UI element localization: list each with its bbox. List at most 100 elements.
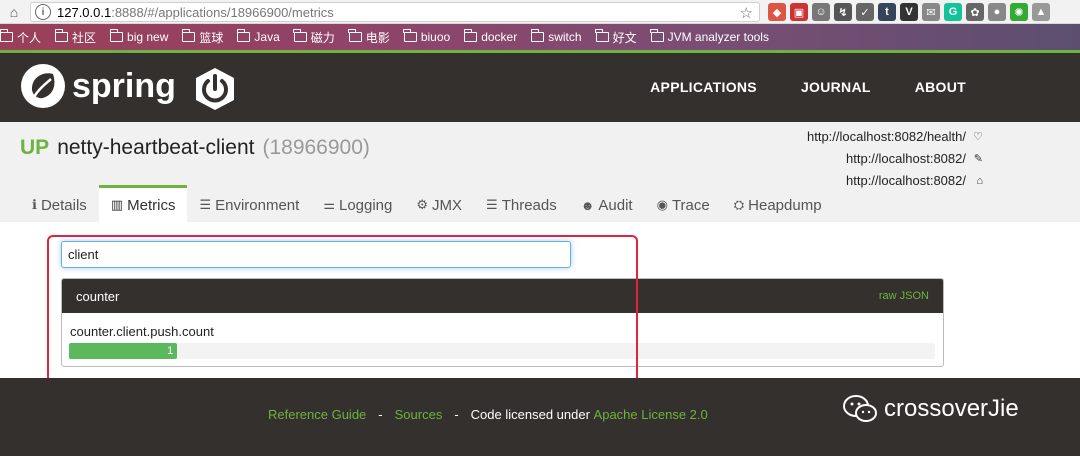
bookmark-folder[interactable]: 篮球 xyxy=(181,29,224,46)
wechat-icon xyxy=(843,395,877,422)
health-url-link[interactable]: http://localhost:8082/health/ xyxy=(807,126,966,148)
folder-icon xyxy=(236,29,251,42)
tab-heapdump[interactable]: ⛭ Heapdump xyxy=(722,185,834,222)
footer-links: Reference Guide - Sources - Code license… xyxy=(268,407,708,422)
ext-box-icon[interactable]: ▣ xyxy=(790,3,808,21)
bookmark-label: docker xyxy=(481,30,518,44)
ext-chart-icon[interactable]: ↯ xyxy=(834,3,852,21)
footer: Reference Guide - Sources - Code license… xyxy=(0,378,1080,456)
application-header: UP netty-heartbeat-client (18966900) htt… xyxy=(0,122,1080,222)
tab-trace[interactable]: ◉ Trace xyxy=(645,185,722,222)
bookmark-label: big new xyxy=(127,30,169,44)
folder-icon xyxy=(0,29,13,42)
status-badge: UP xyxy=(20,136,50,159)
bookmark-folder[interactable]: big new xyxy=(109,29,169,44)
app-name: netty-heartbeat-client xyxy=(57,136,255,159)
url-path: :8888/#/applications/18966900/metrics xyxy=(111,4,334,20)
app-urls: http://localhost:8082/health/ ♡ http://lo… xyxy=(807,126,983,192)
ext-mail-icon[interactable]: ✉ xyxy=(922,3,940,21)
nav-applications[interactable]: APPLICATIONS xyxy=(650,79,757,95)
folder-icon xyxy=(293,29,307,42)
bookmark-star-icon[interactable]: ☆ xyxy=(740,4,753,22)
ext-face-icon[interactable]: ☺ xyxy=(812,3,830,21)
sources-link[interactable]: Sources xyxy=(395,407,443,422)
heartbeat-icon: ♡ xyxy=(973,131,983,143)
home-icon: ⌂ xyxy=(976,175,983,187)
service-url-link[interactable]: http://localhost:8082/ xyxy=(846,170,966,192)
bookmarks-bar: 个人 社区 big new 篮球 Java 磁力 电影 biuoo docker switch 好文… xyxy=(0,24,1080,50)
tab-environment[interactable]: ☰ Environment xyxy=(187,185,311,222)
bookmark-folder[interactable]: switch xyxy=(530,29,582,44)
bookmark-label: biuoo xyxy=(420,30,451,44)
bookmark-label: 篮球 xyxy=(199,30,224,45)
metric-value: 1 xyxy=(167,345,174,357)
panel-title: counter xyxy=(76,288,120,304)
ext-tumblr-icon[interactable]: t xyxy=(878,3,896,21)
apache-license-link[interactable]: Apache License 2.0 xyxy=(594,407,708,422)
ext-gear-icon[interactable]: ✺ xyxy=(1010,3,1028,21)
ext-multicolor-icon[interactable]: ◆ xyxy=(768,3,786,21)
ext-v-icon[interactable]: V xyxy=(900,3,918,21)
extension-toolbar: ◆ ▣ ☺ ↯ ✓ t V ✉ G ✿ ● ✺ ▲ xyxy=(768,3,1050,21)
spring-logo[interactable]: spring xyxy=(20,63,176,109)
bookmark-folder[interactable]: 好文 xyxy=(595,29,637,46)
bar-chart-icon: ▥ xyxy=(110,197,124,212)
browser-address-bar: ⌂ i 127.0.0.1:8888/#/applications/189669… xyxy=(0,0,1080,24)
panel-header: counter raw JSON xyxy=(62,279,943,313)
tab-label: Metrics xyxy=(127,196,176,214)
tab-threads[interactable]: ☰ Threads xyxy=(474,185,569,222)
folder-icon xyxy=(403,29,417,42)
nav-journal[interactable]: JOURNAL xyxy=(801,79,871,95)
bookmark-folder[interactable]: 磁力 xyxy=(293,29,335,46)
app-id: (18966900) xyxy=(262,136,370,159)
metric-bar-fill: 1 xyxy=(69,343,178,359)
tab-label: Details xyxy=(40,196,87,214)
top-nav: APPLICATIONS JOURNAL ABOUT xyxy=(650,79,966,95)
url-field[interactable]: i 127.0.0.1:8888/#/applications/18966900… xyxy=(30,2,760,22)
ext-puzzle-icon[interactable]: ✿ xyxy=(966,3,984,21)
bookmark-folder[interactable]: 个人 xyxy=(0,29,41,46)
home-icon[interactable]: ⌂ xyxy=(0,0,28,24)
ext-checkbox-icon[interactable]: ✓ xyxy=(856,3,874,21)
tab-bar: ℹ Details ▥ Metrics ☰ Environment ⚌ Logging ⚙ JMX… xyxy=(20,185,834,222)
tab-details[interactable]: ℹ Details xyxy=(20,185,99,222)
bookmark-folder[interactable]: biuoo xyxy=(403,29,451,44)
license-text: Code licensed under xyxy=(470,407,590,422)
bookmark-folder[interactable]: Java xyxy=(236,29,280,44)
watermark-text: crossoverJie xyxy=(884,395,1019,422)
list-icon: ☰ xyxy=(199,197,212,212)
footer-separator: - xyxy=(454,407,459,422)
metrics-filter-input[interactable] xyxy=(61,241,571,268)
watermark: crossoverJie xyxy=(842,394,1019,424)
bookmark-folder[interactable]: 社区 xyxy=(54,29,96,46)
bookmark-label: 个人 xyxy=(17,30,42,45)
tab-jmx[interactable]: ⚙ JMX xyxy=(404,185,474,222)
bookmark-folder[interactable]: 电影 xyxy=(348,29,390,46)
folder-icon xyxy=(463,29,478,42)
ext-grammarly-icon[interactable]: G xyxy=(944,3,962,21)
folder-icon xyxy=(54,29,69,42)
bookmark-label: 好文 xyxy=(612,30,637,45)
tab-label: Trace xyxy=(671,196,710,214)
tab-label: Threads xyxy=(501,196,557,214)
metric-bar-track: 1 xyxy=(69,343,935,359)
tab-metrics[interactable]: ▥ Metrics xyxy=(98,185,188,222)
raw-json-link[interactable]: raw JSON xyxy=(879,290,929,302)
url-host: 127.0.0.1 xyxy=(57,4,112,20)
bookmark-folder[interactable]: JVM analyzer tools xyxy=(650,29,769,44)
reference-guide-link[interactable]: Reference Guide xyxy=(268,407,366,422)
spring-boot-power-icon xyxy=(196,68,234,110)
info-icon[interactable]: i xyxy=(35,4,51,20)
tab-logging[interactable]: ⚌ Logging xyxy=(311,185,404,222)
nav-about[interactable]: ABOUT xyxy=(915,79,966,95)
bookmark-folder[interactable]: docker xyxy=(463,29,518,44)
ext-arrow-icon[interactable]: ▲ xyxy=(1032,3,1050,21)
ext-drop-icon[interactable]: ● xyxy=(988,3,1006,21)
tab-audit[interactable]: ☻ Audit xyxy=(569,185,645,222)
metric-name: counter.client.push.count xyxy=(70,324,214,339)
management-url-link[interactable]: http://localhost:8082/ xyxy=(846,148,966,170)
eye-icon: ◉ xyxy=(656,197,668,212)
spring-leaf-icon xyxy=(21,64,65,108)
tab-label: JMX xyxy=(432,196,463,214)
bookmark-label: switch xyxy=(548,30,582,44)
